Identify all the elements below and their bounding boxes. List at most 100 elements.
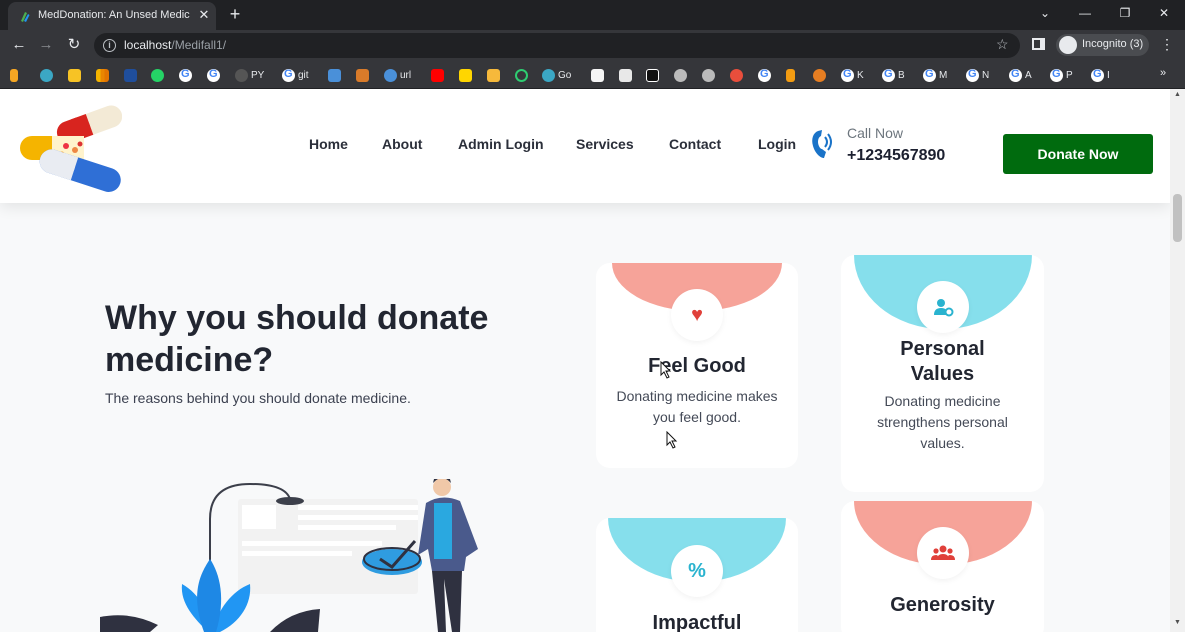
nav-home[interactable]: Home — [309, 136, 348, 152]
bookmark-icon[interactable] — [702, 67, 715, 83]
call-number[interactable]: +1234567890 — [847, 147, 945, 165]
bookmark-label: I — [1107, 69, 1110, 81]
side-panel-icon[interactable] — [1032, 38, 1045, 50]
bookmark-icon[interactable] — [591, 67, 604, 83]
donate-now-button[interactable]: Donate Now — [1003, 134, 1153, 174]
scroll-down-icon[interactable]: ▼ — [1174, 619, 1181, 626]
bookmark-icon[interactable] — [674, 67, 687, 83]
new-tab-button[interactable]: + — [226, 5, 244, 23]
reload-button[interactable]: ↻ — [65, 36, 83, 54]
tab-close-icon[interactable]: ✕ — [196, 7, 212, 23]
bookmark-star-icon[interactable]: ☆ — [996, 36, 1009, 53]
incognito-icon — [1059, 36, 1077, 54]
phone-icon — [812, 130, 832, 158]
bookmark-i[interactable]: I — [1091, 67, 1110, 83]
card-text: Donating medicine makes you feel good. — [616, 388, 778, 425]
card-impactful: % Impactful — [596, 518, 798, 632]
mouse-cursor-icon — [666, 431, 678, 449]
bookmark-m[interactable]: M — [923, 67, 947, 83]
back-button[interactable]: ← — [10, 36, 28, 54]
browser-tab[interactable]: MedDonation: An Unsed Medicine ✕ — [8, 2, 216, 30]
site-info-icon[interactable]: i — [103, 39, 116, 52]
google-icon[interactable] — [758, 67, 771, 83]
close-window-button[interactable]: ✕ — [1153, 4, 1175, 22]
users-icon — [917, 527, 969, 579]
nav-about[interactable]: About — [382, 136, 422, 152]
bookmark-label: url — [400, 69, 412, 81]
bookmark-p[interactable]: P — [1050, 67, 1073, 83]
bookmark-py[interactable]: PY — [235, 67, 264, 83]
card-title: Generosity — [890, 594, 995, 616]
card-icon-circle: ♥ — [671, 289, 723, 341]
bookmark-icon[interactable] — [813, 67, 826, 83]
section-subheading: The reasons behind you should donate med… — [105, 390, 411, 406]
bookmark-icon[interactable] — [487, 67, 500, 83]
google-icon[interactable] — [207, 67, 220, 83]
browser-menu-icon[interactable]: ⋮ — [1160, 36, 1174, 53]
bookmark-label: P — [1066, 69, 1073, 81]
bookmarks-bar: PY git url Go K B M N A P I » — [0, 61, 1185, 89]
tab-search-icon[interactable]: ⌄ — [1034, 4, 1056, 22]
bookmark-icon[interactable] — [730, 67, 743, 83]
bookmark-icon[interactable] — [786, 67, 795, 83]
url-text[interactable]: localhost/Medifall1/ — [124, 38, 226, 52]
bookmark-label: B — [898, 69, 905, 81]
bookmark-a[interactable]: A — [1009, 67, 1032, 83]
browser-toolbar: ← → ↻ i localhost/Medifall1/ ☆ Incognito… — [0, 30, 1185, 61]
bookmark-go[interactable]: Go — [542, 67, 571, 83]
page-scrollbar[interactable]: ▲ ▼ — [1170, 89, 1185, 632]
pills-logo[interactable] — [18, 96, 122, 193]
card-icon-circle — [916, 281, 969, 333]
bookmark-label: Go — [558, 69, 572, 81]
bookmark-label: PY — [251, 69, 265, 81]
card-personal-values: Personal Values Donating medicine streng… — [841, 255, 1044, 492]
bookmark-k[interactable]: K — [841, 67, 864, 83]
page-viewport: Home About Admin Login Services Contact … — [0, 89, 1170, 632]
nav-contact[interactable]: Contact — [669, 136, 721, 152]
section-heading: Why you should donate medicine? — [105, 299, 489, 379]
bookmark-url[interactable]: url — [384, 67, 411, 83]
card-icon-circle: % — [671, 545, 723, 597]
call-now-label: Call Now — [847, 125, 904, 141]
card-title: Impactful — [652, 612, 742, 632]
donation-illustration — [100, 479, 478, 632]
bookmark-icon[interactable] — [356, 67, 369, 83]
google-icon[interactable] — [179, 67, 192, 83]
incognito-badge[interactable]: Incognito (3) — [1056, 34, 1149, 56]
card-feel-good: ♥ Feel Good Donating medicine makes you … — [596, 263, 798, 468]
scroll-thumb[interactable] — [1173, 194, 1182, 242]
bookmark-icon[interactable] — [646, 67, 659, 83]
bookmark-icon[interactable] — [10, 67, 18, 83]
nav-admin-login[interactable]: Admin Login — [458, 136, 544, 152]
scroll-up-icon[interactable]: ▲ — [1174, 91, 1181, 98]
heart-icon: ♥ — [691, 304, 703, 326]
percent-icon: % — [688, 560, 706, 582]
bookmark-icon[interactable] — [124, 67, 137, 83]
bookmark-icon[interactable] — [328, 67, 341, 83]
url-host: localhost — [124, 38, 172, 52]
bookmark-icon[interactable] — [96, 67, 109, 83]
tab-title: MedDonation: An Unsed Medicine — [38, 9, 190, 21]
mouse-cursor-icon — [660, 361, 672, 379]
bookmark-icon[interactable] — [459, 67, 472, 83]
card-text: Donating medicine strengthens personal v… — [877, 393, 1008, 451]
restore-button[interactable]: ❐ — [1114, 4, 1136, 22]
bookmark-git[interactable]: git — [282, 67, 309, 83]
bookmark-n[interactable]: N — [966, 67, 989, 83]
nav-login[interactable]: Login — [758, 136, 796, 152]
youtube-icon[interactable] — [431, 67, 444, 83]
nav-services[interactable]: Services — [576, 136, 634, 152]
whatsapp-icon[interactable] — [151, 67, 164, 83]
bookmark-icon[interactable] — [619, 67, 632, 83]
minimize-button[interactable]: — — [1074, 4, 1096, 22]
bookmark-icon[interactable] — [40, 67, 53, 83]
forward-button[interactable]: → — [37, 36, 55, 54]
browser-tab-bar: MedDonation: An Unsed Medicine ✕ + ⌄ — ❐… — [0, 0, 1185, 30]
address-bar[interactable]: i localhost/Medifall1/ ☆ — [94, 33, 1020, 58]
bookmark-icon[interactable] — [68, 67, 81, 83]
bookmark-b[interactable]: B — [882, 67, 905, 83]
incognito-label: Incognito (3) — [1082, 38, 1144, 50]
card-generosity: Generosity — [841, 501, 1044, 632]
more-bookmarks-icon[interactable]: » — [1160, 67, 1166, 79]
bookmark-icon[interactable] — [515, 67, 528, 83]
